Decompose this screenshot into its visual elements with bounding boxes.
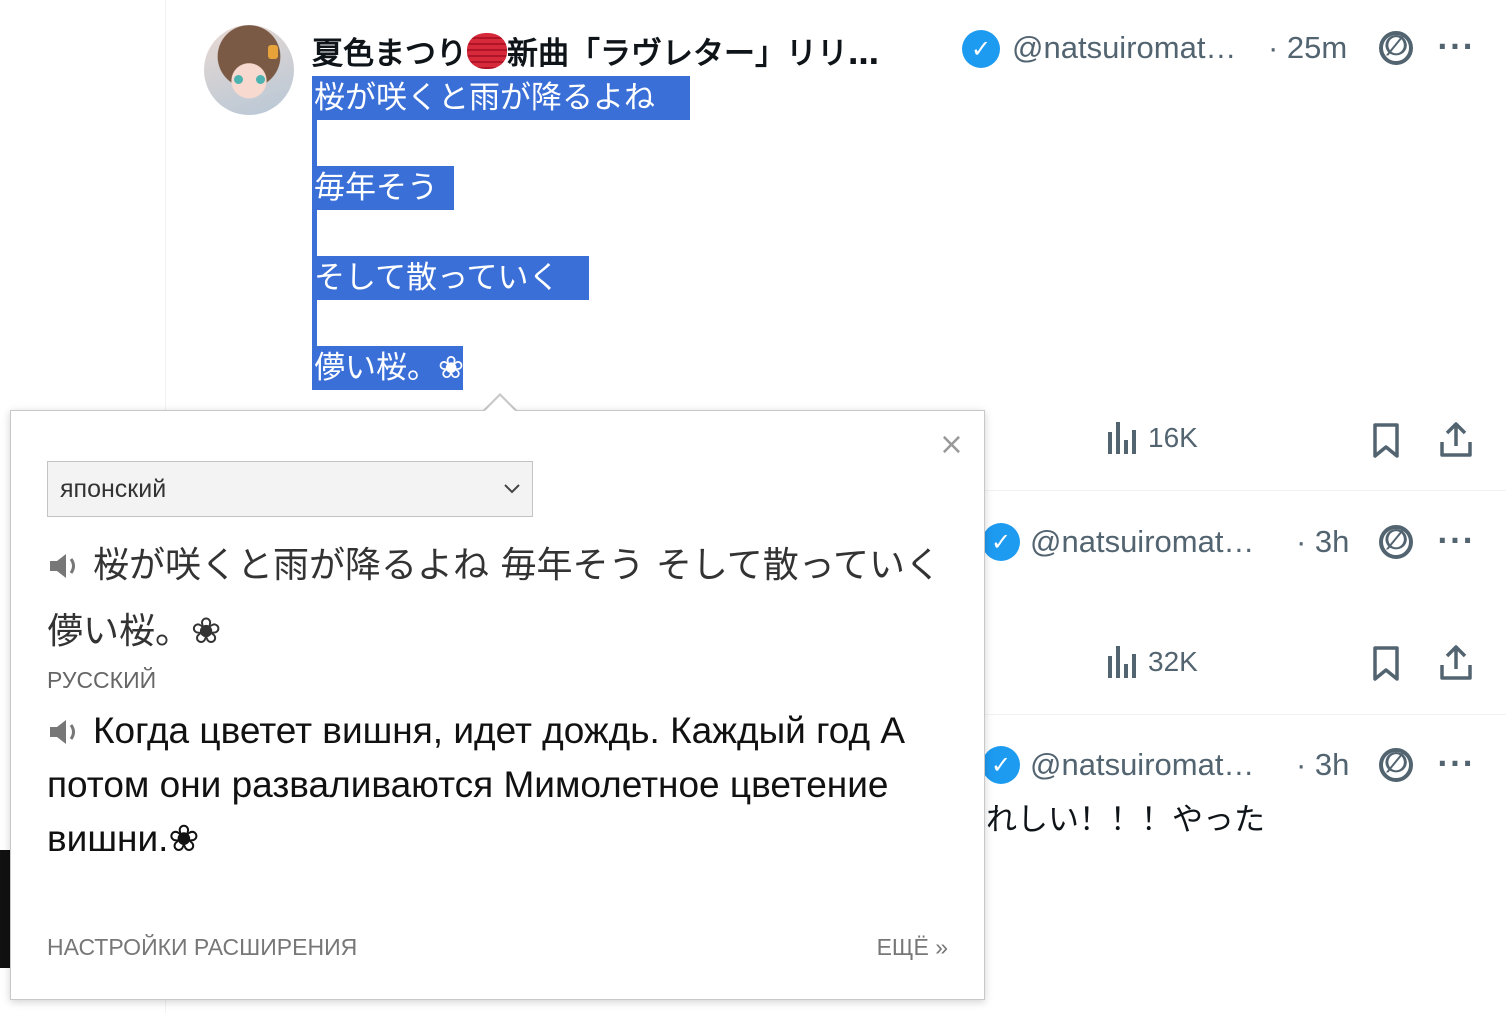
timestamp[interactable]: · 3h [1296, 747, 1349, 783]
views-stat[interactable]: 16K [1108, 422, 1198, 454]
translated-text: Когда цветет вишня, идет дождь. Каждый г… [47, 704, 947, 866]
tweet-line: 桜が咲くと雨が降るよね [312, 76, 690, 120]
selection-gap [312, 300, 317, 346]
target-language-label[interactable]: РУССКИЙ [47, 667, 156, 694]
avatar-eye [256, 75, 265, 84]
selection-gap [312, 120, 317, 166]
avatar-hair-bow [268, 45, 278, 59]
page: 夏色まつり 新曲「ラヴレター」リリ… ✓ @natsuiromat… · 25m … [0, 0, 1506, 1013]
handle[interactable]: @natsuiromat… [1012, 30, 1236, 66]
tweet-text-fragment: れしい！！！やった [986, 802, 1265, 838]
views-icon [1108, 422, 1136, 454]
views-icon [1108, 646, 1136, 678]
handle[interactable]: @natsuiromat… [1030, 524, 1254, 560]
lantern-emoji-icon [467, 33, 507, 69]
bookmark-icon[interactable] [1372, 646, 1400, 682]
views-count: 16K [1148, 422, 1198, 453]
verified-badge-icon: ✓ [962, 30, 1000, 68]
source-text-content: 桜が咲くと雨が降るよね 毎年そう そして散っていく 儚い桜。❀ [47, 545, 942, 652]
extension-settings-link[interactable]: НАСТРОЙКИ РАСШИРЕНИЯ [47, 934, 357, 961]
display-name-text: 夏色まつり [312, 36, 467, 72]
tweet-line: 儚い桜。❀ [312, 346, 464, 390]
avatar[interactable] [204, 25, 294, 115]
avatar-eye [234, 75, 243, 84]
translation-popup: × японский 桜が咲くと雨が降るよね 毎年そう そして散っていく 儚い桜… [10, 410, 985, 1000]
display-name[interactable]: 夏色まつり 新曲「ラヴレター」リリ… [312, 28, 879, 73]
share-icon[interactable] [1439, 645, 1473, 681]
views-count: 32K [1148, 646, 1198, 677]
left-edge-strip [0, 850, 10, 968]
handle[interactable]: @natsuiromat… [1030, 747, 1254, 783]
more-icon[interactable]: ··· [1437, 30, 1475, 63]
verified-badge-icon: ✓ [982, 523, 1020, 561]
more-icon[interactable]: ··· [1437, 524, 1475, 557]
views-stat[interactable]: 32K [1108, 646, 1198, 678]
source-language-value: японский [60, 475, 167, 503]
source-language-select[interactable]: японский [47, 461, 533, 517]
timestamp[interactable]: · 3h [1296, 524, 1349, 560]
translated-text-content: Когда цветет вишня, идет дождь. Каждый г… [47, 710, 906, 859]
source-text: 桜が咲くと雨が降るよね 毎年そう そして散っていく 儚い桜。❀ [47, 533, 947, 665]
chevron-down-icon [504, 484, 520, 494]
display-name-suffix: 新曲「ラヴレター」リリ… [507, 36, 879, 72]
verified-badge-icon: ✓ [982, 746, 1020, 784]
tweet-line: そして散っていく [312, 256, 589, 300]
bookmark-icon[interactable] [1372, 423, 1400, 459]
speaker-icon[interactable] [47, 717, 83, 747]
close-icon[interactable]: × [939, 427, 964, 462]
more-link[interactable]: ЕЩЁ » [877, 934, 948, 961]
share-icon[interactable] [1439, 422, 1473, 458]
selection-gap [312, 210, 317, 256]
tweet-line: 毎年そう [312, 166, 454, 210]
timestamp[interactable]: · 25m [1268, 30, 1347, 66]
speaker-icon[interactable] [47, 551, 83, 581]
grok-icon[interactable]: ∅ [1379, 748, 1413, 782]
grok-icon[interactable]: ∅ [1379, 525, 1413, 559]
popup-arrow-fill [484, 396, 516, 412]
more-icon[interactable]: ··· [1437, 747, 1475, 780]
grok-icon[interactable]: ∅ [1379, 31, 1413, 65]
